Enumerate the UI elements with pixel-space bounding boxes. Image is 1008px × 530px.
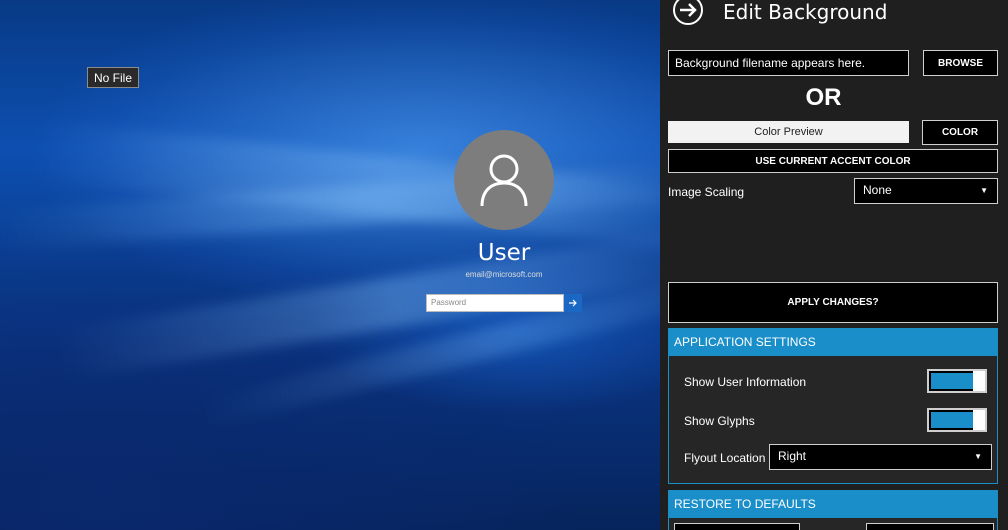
file-status-badge: No File — [87, 67, 140, 88]
image-scaling-dropdown[interactable]: None ▼ — [854, 178, 998, 204]
arrow-right-icon — [569, 299, 577, 307]
restore-defaults-header[interactable]: RESTORE TO DEFAULTS — [669, 491, 997, 518]
application-settings-header[interactable]: APPLICATION SETTINGS — [669, 329, 997, 356]
user-name: User — [477, 240, 531, 266]
flyout-location-dropdown[interactable]: Right ▼ — [769, 444, 992, 470]
background-filename-field[interactable]: Background filename appears here. — [668, 50, 909, 76]
show-glyphs-label: Show Glyphs — [684, 414, 755, 428]
toggle-track-on — [931, 373, 973, 389]
arrow-right-circle-icon[interactable] — [672, 0, 704, 29]
panel-title: Edit Background — [723, 0, 888, 24]
toggle-track-on — [931, 412, 973, 428]
show-glyphs-toggle[interactable] — [927, 408, 987, 432]
panel-header: Edit Background — [660, 0, 1008, 30]
chevron-down-icon: ▼ — [980, 186, 988, 195]
restore-button[interactable] — [674, 523, 800, 530]
image-scaling-label: Image Scaling — [668, 185, 745, 199]
edit-background-panel: Edit Background Background filename appe… — [660, 0, 1008, 530]
restore-button[interactable] — [866, 523, 994, 530]
color-preview: Color Preview — [668, 121, 909, 143]
use-accent-color-button[interactable]: USE CURRENT ACCENT COLOR — [668, 149, 998, 173]
show-user-info-label: Show User Information — [684, 375, 807, 389]
avatar — [454, 130, 554, 230]
image-scaling-value: None — [863, 183, 892, 197]
application-settings-section: APPLICATION SETTINGS Show User Informati… — [668, 328, 998, 484]
lockscreen-preview: No File User email@microsoft.com Passwor… — [0, 0, 660, 530]
color-button[interactable]: COLOR — [922, 120, 998, 145]
user-email: email@microsoft.com — [465, 270, 543, 279]
restore-defaults-section: RESTORE TO DEFAULTS — [668, 490, 998, 530]
chevron-down-icon: ▼ — [974, 452, 982, 461]
flyout-location-value: Right — [778, 449, 807, 463]
toggle-knob — [973, 371, 985, 391]
user-icon — [480, 154, 528, 207]
or-divider: OR — [805, 84, 842, 111]
password-field[interactable]: Password — [426, 294, 564, 312]
apply-changes-button[interactable]: APPLY CHANGES? — [668, 282, 998, 323]
flyout-location-label: Flyout Location — [684, 451, 766, 465]
show-user-info-toggle[interactable] — [927, 369, 987, 393]
submit-password-button[interactable] — [564, 294, 582, 312]
toggle-knob — [973, 410, 985, 430]
browse-button[interactable]: BROWSE — [923, 50, 998, 76]
